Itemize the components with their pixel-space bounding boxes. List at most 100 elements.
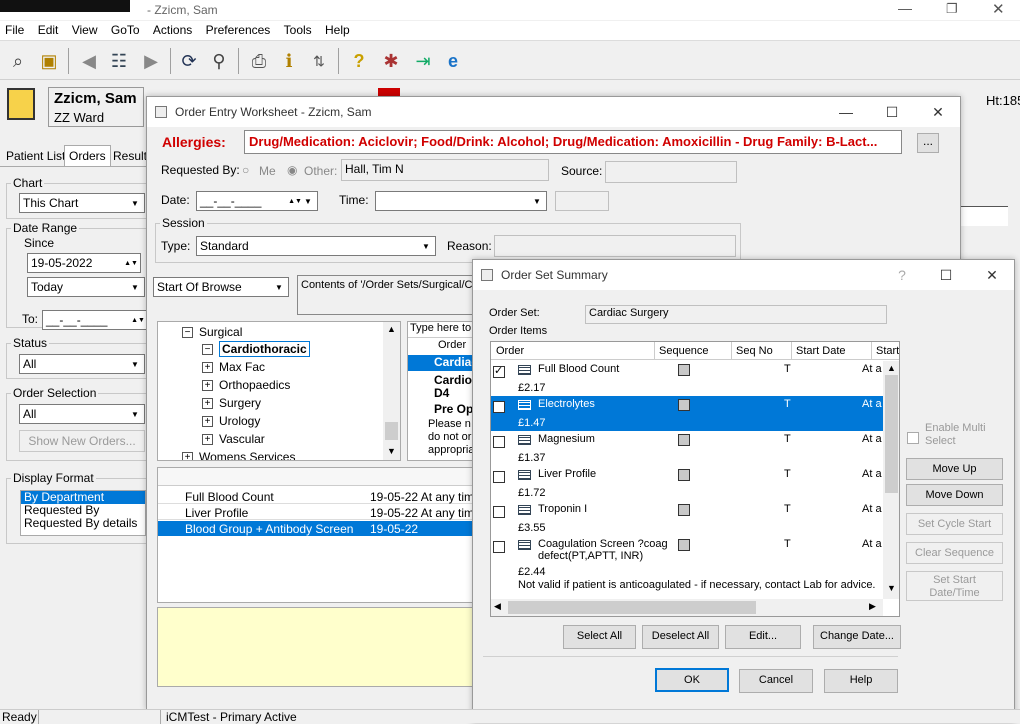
expand-icon[interactable]: + <box>202 362 213 374</box>
column-header-start[interactable]: Start <box>871 342 899 360</box>
status-select[interactable]: All ▼ <box>19 354 145 374</box>
tree-item-surgery[interactable]: + Surgery <box>202 396 261 410</box>
browse-select[interactable]: Start Of Browse ▼ <box>153 277 289 297</box>
menu-goto[interactable]: GoTo <box>106 21 145 39</box>
collapse-icon[interactable]: − <box>182 327 193 339</box>
help-button[interactable]: Help <box>824 669 898 693</box>
item-checkbox[interactable] <box>493 435 505 448</box>
sequence-box[interactable] <box>678 469 690 481</box>
show-new-orders-button[interactable]: Show New Orders... <box>19 430 145 452</box>
tab-patient-list[interactable]: Patient List <box>6 149 65 163</box>
item-checkbox[interactable] <box>493 399 505 413</box>
table-row[interactable]: Liver Profile T At a £1.72 <box>491 466 883 501</box>
list-item[interactable]: D4 <box>434 386 449 400</box>
scroll-thumb[interactable] <box>508 601 756 614</box>
expand-icon[interactable]: + <box>202 398 213 410</box>
order-selection-select[interactable]: All ▼ <box>19 404 145 424</box>
table-row[interactable]: Troponin I T At a £3.55 <box>491 501 883 536</box>
order-list[interactable]: Type here to Order Cardiac Cardiot D4 Pr… <box>407 321 477 461</box>
edit-button[interactable]: Edit... <box>725 625 801 649</box>
table-row[interactable]: Full Blood Count 19-05-22 At any time <box>158 489 486 504</box>
spinner-icon[interactable]: ▲▼ <box>130 312 146 328</box>
clear-sequence-button[interactable]: Clear Sequence <box>906 542 1003 564</box>
chart-select[interactable]: This Chart ▼ <box>19 193 145 213</box>
find-icon[interactable]: ⚲ <box>206 48 232 74</box>
menu-preferences[interactable]: Preferences <box>201 21 276 39</box>
tree-item-surgical[interactable]: − Surgical <box>182 325 242 339</box>
sequence-box[interactable] <box>678 539 690 551</box>
chevron-down-icon[interactable]: ▼ <box>127 406 143 422</box>
change-date-button[interactable]: Change Date... <box>813 625 901 649</box>
scroll-thumb[interactable] <box>885 375 898 493</box>
chevron-down-icon[interactable]: ▼ <box>300 193 316 209</box>
list-item[interactable]: Pre Op <box>434 402 473 416</box>
column-header-seq-no[interactable]: Seq No <box>731 342 777 360</box>
move-down-button[interactable]: Move Down <box>906 484 1003 506</box>
browser-icon[interactable]: e <box>440 48 466 74</box>
close-icon[interactable]: ✕ <box>915 97 961 127</box>
scroll-right-icon[interactable]: ▶ <box>869 601 876 612</box>
time-select[interactable]: ▼ <box>375 191 547 211</box>
scroll-thumb[interactable] <box>385 422 398 440</box>
display-format-list[interactable]: By Department Requested By Requested By … <box>20 490 146 536</box>
deselect-all-button[interactable]: Deselect All <box>642 625 719 649</box>
tree-item-cardiothoracic[interactable]: − Cardiothoracic <box>202 341 310 357</box>
maximize-icon[interactable]: ☐ <box>869 97 915 127</box>
chevron-down-icon[interactable]: ▼ <box>127 195 143 211</box>
order-items-grid[interactable]: Order Sequence Seq No Start Date Start F… <box>490 341 900 617</box>
type-select[interactable]: Standard ▼ <box>196 236 436 256</box>
expand-icon[interactable]: + <box>202 434 213 446</box>
list-item[interactable]: Cardiot <box>434 373 476 387</box>
tools-icon[interactable]: ✱ <box>378 48 404 74</box>
chevron-down-icon[interactable]: ▼ <box>418 238 434 254</box>
ok-button[interactable]: OK <box>655 668 729 692</box>
close-icon[interactable]: ✕ <box>992 0 1005 18</box>
menu-edit[interactable]: Edit <box>33 21 64 39</box>
table-row[interactable]: Electrolytes T At a £1.47 <box>491 396 883 431</box>
since-date-field[interactable]: 19-05-2022 ▲▼ <box>27 253 141 273</box>
table-row[interactable]: Coagulation Screen ?coag defect(PT,APTT,… <box>491 536 883 596</box>
collapse-icon[interactable]: − <box>202 344 213 356</box>
current-orders-grid[interactable]: Full Blood Count 19-05-22 At any time Li… <box>157 467 487 603</box>
exit-icon[interactable]: ⇥ <box>410 48 436 74</box>
list-item[interactable]: Requested By details <box>21 517 145 530</box>
refresh-icon[interactable]: ⟳ <box>176 48 202 74</box>
expand-icon[interactable]: + <box>202 416 213 428</box>
sequence-box[interactable] <box>678 399 690 411</box>
list-item[interactable]: Cardiac <box>408 355 476 371</box>
back-arrow-icon[interactable]: ◀ <box>76 48 102 74</box>
sequence-box[interactable] <box>678 364 690 376</box>
scroll-left-icon[interactable]: ◀ <box>494 601 501 612</box>
type-here-header[interactable]: Type here to <box>408 322 476 338</box>
tree-scrollbar[interactable]: ▲ ▼ <box>383 322 400 460</box>
menu-file[interactable]: File <box>0 21 29 39</box>
maximize-icon[interactable]: ☐ <box>923 260 969 290</box>
minimize-icon[interactable]: — <box>823 97 869 127</box>
table-row[interactable]: Full Blood Count T At a £2.17 <box>491 361 883 396</box>
column-header-start-date[interactable]: Start Date <box>791 342 850 360</box>
clipboard-icon[interactable] <box>7 88 35 120</box>
select-all-button[interactable]: Select All <box>563 625 636 649</box>
chevron-down-icon[interactable]: ▼ <box>127 279 143 295</box>
tree-item-womens-services[interactable]: + Womens Services <box>182 450 295 460</box>
forward-arrow-icon[interactable]: ▶ <box>138 48 164 74</box>
spinner-icon[interactable]: ▲▼ <box>123 255 139 271</box>
today-select[interactable]: Today ▼ <box>27 277 145 297</box>
expand-icon[interactable]: + <box>202 380 213 392</box>
expand-icon[interactable]: + <box>182 452 193 460</box>
chevron-down-icon[interactable]: ▼ <box>529 193 545 209</box>
enable-multi-select-checkbox[interactable] <box>907 431 919 444</box>
items-vertical-scrollbar[interactable]: ▲ ▼ <box>883 361 899 599</box>
move-up-button[interactable]: Move Up <box>906 458 1003 480</box>
help-context-icon[interactable]: ? <box>879 260 925 290</box>
menu-tools[interactable]: Tools <box>279 21 317 39</box>
order-set-tree[interactable]: − Surgical − Cardiothoracic + Max Fac + Orth… <box>157 321 401 461</box>
radio-me-icon[interactable]: ○ <box>242 163 249 177</box>
print-icon[interactable]: ⎙ <box>246 48 272 74</box>
item-checkbox[interactable] <box>493 505 505 518</box>
menu-help[interactable]: Help <box>320 21 355 39</box>
tree-item-vascular[interactable]: + Vascular <box>202 432 265 446</box>
patient-search-icon[interactable]: ⌕ <box>5 48 31 74</box>
help-icon[interactable]: ? <box>346 48 372 74</box>
restore-icon[interactable]: ❐ <box>946 1 958 17</box>
